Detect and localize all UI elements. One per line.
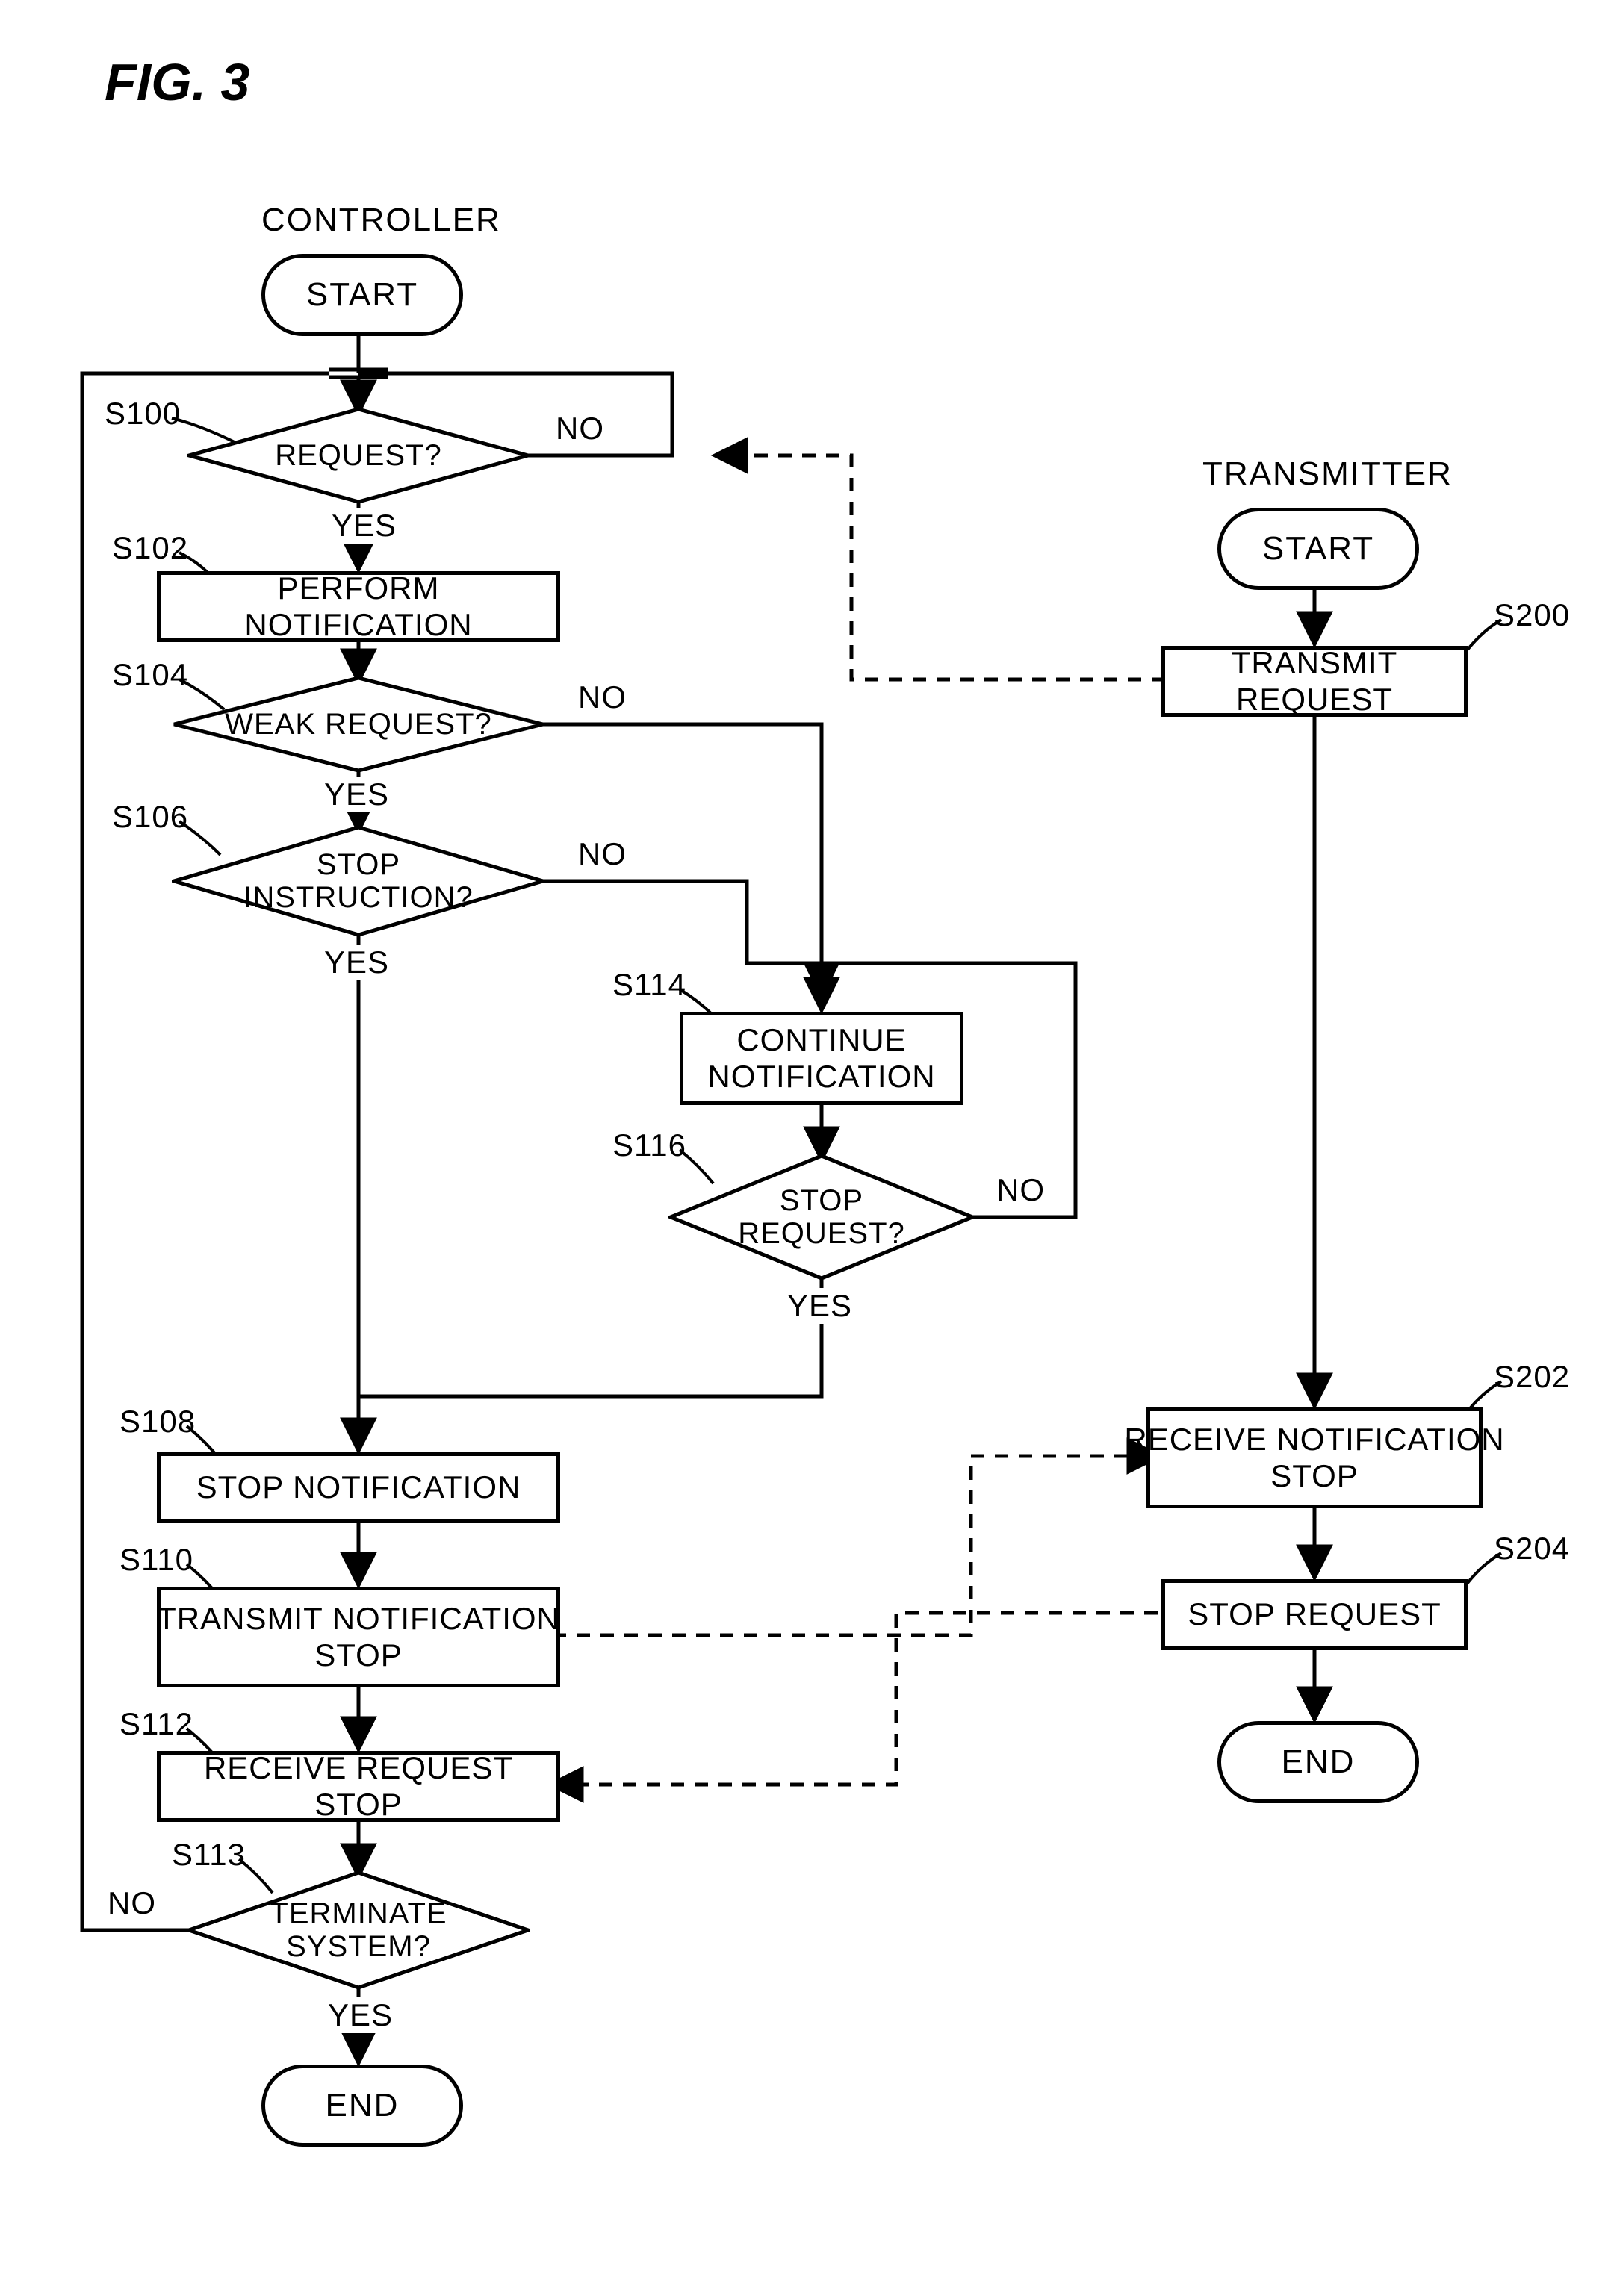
step-label-s112: S112 xyxy=(119,1706,193,1742)
process-s114: CONTINUE NOTIFICATION xyxy=(680,1012,963,1105)
step-label-s110: S110 xyxy=(119,1542,193,1578)
step-label-s102: S102 xyxy=(112,530,188,566)
decision-s116-text: STOP REQUEST? xyxy=(738,1184,905,1250)
decision-s113-text: TERMINATE SYSTEM? xyxy=(270,1897,447,1963)
decision-s106-text: STOP INSTRUCTION? xyxy=(243,848,474,914)
s100-yes: YES xyxy=(329,508,400,544)
controller-start: START xyxy=(261,254,463,336)
process-s108: STOP NOTIFICATION xyxy=(157,1452,560,1523)
decision-s116: STOP REQUEST? xyxy=(668,1154,975,1281)
s113-no: NO xyxy=(105,1885,159,1921)
transmitter-end: END xyxy=(1217,1721,1419,1803)
step-label-s204: S204 xyxy=(1494,1531,1570,1567)
step-label-s100: S100 xyxy=(105,396,181,432)
process-s102: PERFORM NOTIFICATION xyxy=(157,571,560,642)
step-label-s200: S200 xyxy=(1494,597,1570,633)
process-s204: STOP REQUEST xyxy=(1161,1579,1468,1650)
s106-yes: YES xyxy=(321,945,392,980)
controller-end: END xyxy=(261,2065,463,2147)
transmitter-heading: TRANSMITTER xyxy=(1202,455,1427,493)
process-s200: TRANSMIT REQUEST xyxy=(1161,646,1468,717)
decision-s104-text: WEAK REQUEST? xyxy=(225,708,492,741)
process-s202: RECEIVE NOTIFICATION STOP xyxy=(1146,1407,1483,1508)
s104-yes: YES xyxy=(321,777,392,812)
s116-yes: YES xyxy=(784,1288,855,1324)
decision-s100-text: REQUEST? xyxy=(275,439,442,472)
decision-s100: REQUEST? xyxy=(187,407,530,504)
decision-s106: STOP INSTRUCTION? xyxy=(172,825,545,937)
s106-no: NO xyxy=(575,836,630,872)
decision-s113: TERMINATE SYSTEM? xyxy=(187,1870,530,1990)
transmitter-start: START xyxy=(1217,508,1419,590)
decision-s104: WEAK REQUEST? xyxy=(172,676,545,773)
flowchart-canvas: FIG. 3 xyxy=(30,30,1581,2266)
s100-no: NO xyxy=(553,411,607,447)
step-label-s108: S108 xyxy=(119,1404,196,1440)
s104-no: NO xyxy=(575,679,630,715)
step-label-s114: S114 xyxy=(612,967,686,1003)
step-label-s113: S113 xyxy=(172,1837,246,1873)
controller-heading: CONTROLLER xyxy=(261,202,456,239)
process-s110: TRANSMIT NOTIFICATION STOP xyxy=(157,1587,560,1687)
figure-title: FIG. 3 xyxy=(105,52,249,112)
s116-no: NO xyxy=(993,1172,1048,1208)
process-s112: RECEIVE REQUEST STOP xyxy=(157,1751,560,1822)
s113-yes: YES xyxy=(325,1997,396,2033)
step-label-s202: S202 xyxy=(1494,1359,1570,1395)
